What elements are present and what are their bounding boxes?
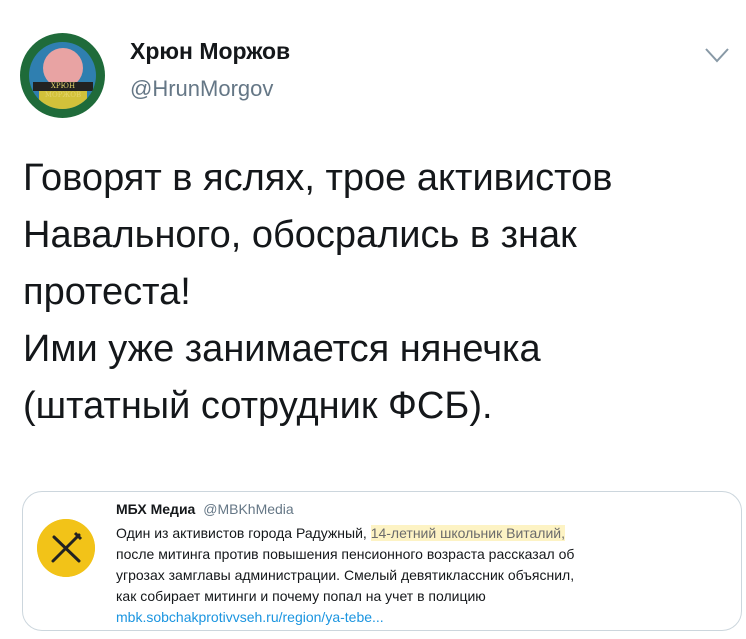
avatar[interactable]: ХРЮН МОРЖОВ [20,33,105,118]
tweet-line: Говорят в яслях, трое активистов [23,157,613,199]
mbh-media-logo-icon [37,519,95,577]
quoted-highlight: 14-летний школьник Виталий, [370,525,566,541]
quoted-line-start: Один из активистов города Радужный, [116,525,367,541]
quoted-line: угрозах замглавы администрации. Смелый д… [116,567,575,583]
quoted-line: после митинга против повышения пенсионно… [116,546,575,562]
quoted-line: Один из активистов города Радужный, 14-л… [116,523,736,544]
quoted-text: Один из активистов города Радужный, 14-л… [116,523,736,628]
quoted-tweet-card[interactable]: МБХ Медиа @MBKhMedia Один из активистов … [22,491,742,631]
quoted-header: МБХ Медиа @MBKhMedia [116,501,294,517]
chevron-down-icon[interactable] [704,46,730,64]
tweet-line: протеста! [23,271,191,313]
tweet-text: Говорят в яслях, трое активистов Навальн… [23,150,738,435]
tweet-line: Ими уже занимается нянечка [23,328,541,370]
tweet-line: Навального, обосрались в знак [23,214,577,256]
quoted-author-name[interactable]: МБХ Медиа [116,501,195,517]
quoted-link[interactable]: mbk.sobchakprotivvseh.ru/region/ya-tebe.… [116,607,736,628]
author-handle[interactable]: @HrunMorgov [130,76,273,102]
avatar-image: ХРЮН МОРЖОВ [29,42,96,109]
tweet-line: (штатный сотрудник ФСБ). [23,385,493,427]
author-name[interactable]: Хрюн Моржов [130,38,290,65]
avatar-banner: ХРЮН МОРЖОВ [33,82,93,99]
quoted-line: как собирает митинги и почему попал на у… [116,588,486,604]
quoted-author-handle[interactable]: @MBKhMedia [203,501,293,517]
